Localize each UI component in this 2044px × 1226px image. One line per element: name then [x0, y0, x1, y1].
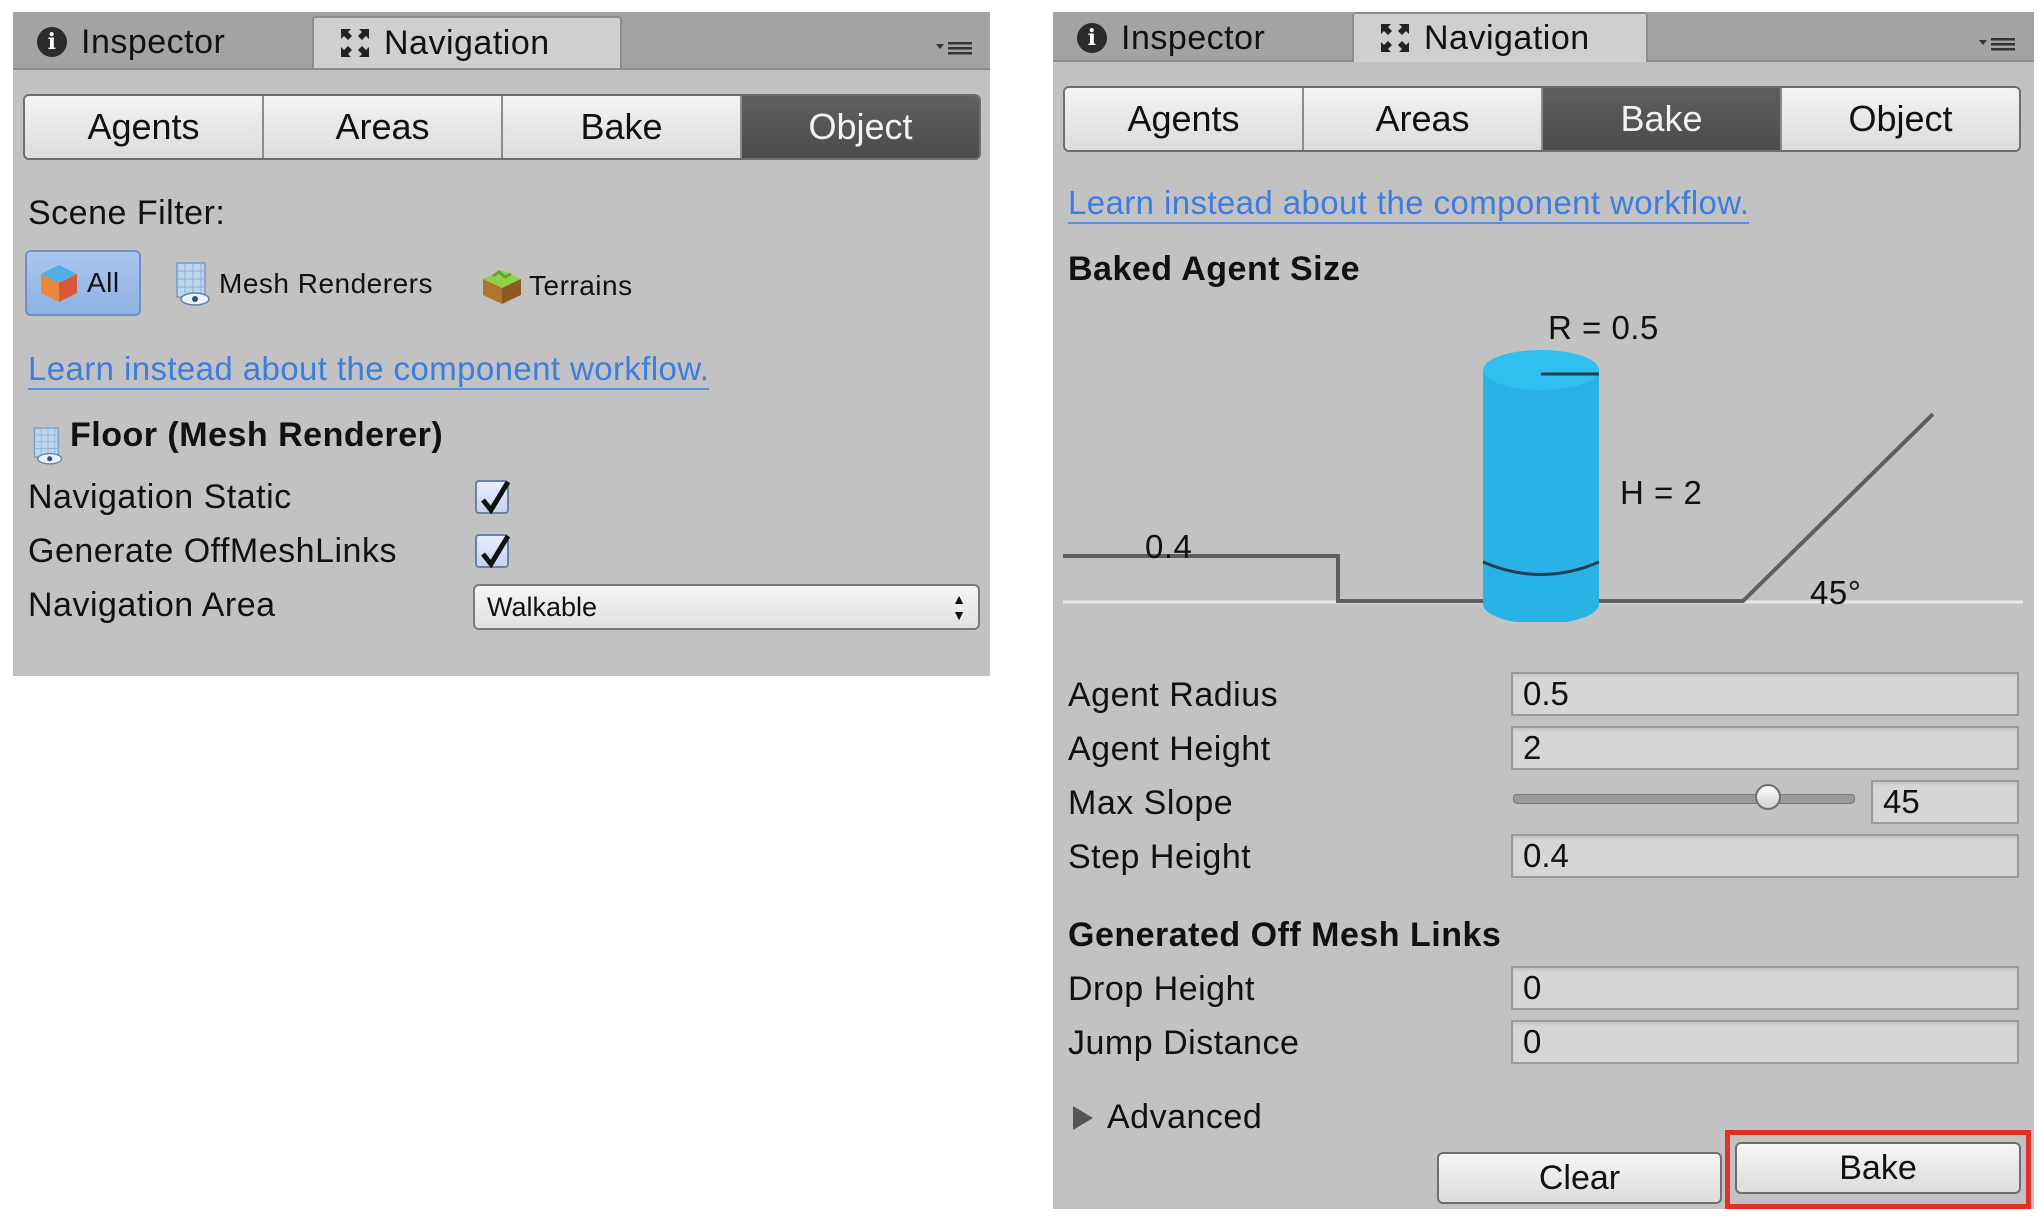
- navigation-icon: [341, 29, 369, 57]
- segment-object[interactable]: Object: [740, 96, 979, 158]
- segment-agents[interactable]: Agents: [1065, 88, 1302, 150]
- filter-mesh-renderers-button[interactable]: Mesh Renderers: [173, 260, 433, 308]
- inspector-tab-label: Inspector: [1121, 18, 1266, 57]
- step-height-label: Step Height: [1068, 838, 1252, 876]
- step-height-field[interactable]: 0.4: [1511, 834, 2019, 878]
- filter-terrains-label: Terrains: [529, 270, 633, 301]
- navigation-icon: [1381, 24, 1409, 52]
- mesh-renderer-icon: [33, 427, 63, 465]
- segment-areas[interactable]: Areas: [1302, 88, 1541, 150]
- jump-distance-label: Jump Distance: [1068, 1024, 1300, 1062]
- segment-agents[interactable]: Agents: [25, 96, 262, 158]
- offmesh-links-title: Generated Off Mesh Links: [1068, 916, 1502, 954]
- navigation-tab-label: Navigation: [1424, 18, 1590, 57]
- navigation-mode-segmented-control: Agents Areas Bake Object: [23, 94, 981, 160]
- inspector-tab[interactable]: i Inspector: [37, 16, 225, 68]
- navigation-static-label: Navigation Static: [28, 478, 292, 516]
- segment-bake[interactable]: Bake: [1541, 88, 1780, 150]
- segment-bake[interactable]: Bake: [501, 96, 740, 158]
- segment-object[interactable]: Object: [1780, 88, 2019, 150]
- bake-button[interactable]: Bake: [1735, 1142, 2021, 1194]
- radius-diagram-label: R = 0.5: [1548, 309, 1659, 346]
- agent-height-label: Agent Height: [1068, 730, 1271, 768]
- max-slope-slider-track[interactable]: [1513, 794, 1855, 804]
- navigation-tab[interactable]: Navigation: [312, 16, 622, 68]
- max-slope-field[interactable]: 45: [1871, 780, 2019, 824]
- window-tab-strip: i Inspector Navigation: [13, 12, 990, 70]
- panel-menu-icon[interactable]: [1977, 34, 2017, 54]
- navigation-tab-label: Navigation: [384, 23, 550, 62]
- foldout-arrow-icon: [1073, 1105, 1093, 1130]
- filter-all-button[interactable]: All: [25, 250, 141, 316]
- component-workflow-link[interactable]: Learn instead about the component workfl…: [1068, 184, 1750, 224]
- terrain-icon: [483, 270, 521, 304]
- navigation-area-label: Navigation Area: [28, 586, 276, 624]
- generate-offmeshlinks-checkbox[interactable]: [475, 534, 511, 569]
- height-diagram-label: H = 2: [1620, 474, 1703, 511]
- drop-height-field[interactable]: 0: [1511, 966, 2019, 1010]
- info-icon: i: [37, 27, 67, 57]
- info-icon: i: [1077, 23, 1107, 53]
- filter-mesh-renderers-label: Mesh Renderers: [219, 268, 433, 299]
- component-workflow-link[interactable]: Learn instead about the component workfl…: [28, 350, 710, 390]
- object-title: Floor (Mesh Renderer): [70, 416, 444, 454]
- max-slope-label: Max Slope: [1068, 784, 1234, 822]
- panel-menu-icon[interactable]: [934, 38, 974, 58]
- navigation-area-dropdown[interactable]: Walkable ▲ ▼: [473, 584, 980, 630]
- window-tab-strip: i Inspector Navigation: [1053, 12, 2034, 62]
- navigation-mode-segmented-control: Agents Areas Bake Object: [1063, 86, 2021, 152]
- right-navigation-panel: i Inspector Navigation Agents Areas Bake…: [1053, 12, 2034, 1209]
- jump-distance-field[interactable]: 0: [1511, 1020, 2019, 1064]
- agent-radius-field[interactable]: 0.5: [1511, 672, 2019, 716]
- generate-offmeshlinks-label: Generate OffMeshLinks: [28, 532, 397, 570]
- agent-size-diagram: [1063, 350, 2023, 622]
- filter-terrains-button[interactable]: Terrains: [479, 262, 633, 310]
- navigation-tab[interactable]: Navigation: [1352, 12, 1648, 62]
- baked-agent-size-title: Baked Agent Size: [1068, 250, 1361, 288]
- step-diagram-label: 0.4: [1145, 528, 1193, 565]
- slope-diagram-label: 45°: [1810, 574, 1862, 611]
- left-navigation-panel: i Inspector Navigation Agents Areas Bake…: [13, 12, 990, 676]
- agent-height-field[interactable]: 2: [1511, 726, 2019, 770]
- cube-icon: [41, 265, 77, 302]
- clear-button[interactable]: Clear: [1437, 1152, 1722, 1204]
- inspector-tab[interactable]: i Inspector: [1077, 12, 1265, 64]
- navigation-static-checkbox[interactable]: [475, 480, 511, 515]
- advanced-foldout[interactable]: Advanced: [1071, 1098, 1262, 1137]
- dropdown-arrows-icon: ▲ ▼: [952, 591, 966, 623]
- max-slope-slider-thumb[interactable]: [1755, 784, 1781, 810]
- navigation-area-value: Walkable: [487, 592, 598, 622]
- segment-areas[interactable]: Areas: [262, 96, 501, 158]
- inspector-tab-label: Inspector: [81, 22, 226, 61]
- scene-filter-label: Scene Filter:: [28, 194, 226, 232]
- mesh-renderer-icon: [176, 262, 210, 306]
- agent-radius-label: Agent Radius: [1068, 676, 1279, 714]
- drop-height-label: Drop Height: [1068, 970, 1255, 1008]
- filter-all-label: All: [87, 267, 120, 298]
- advanced-label: Advanced: [1107, 1098, 1263, 1136]
- checkmark-icon: [481, 480, 511, 515]
- checkmark-icon: [481, 534, 511, 569]
